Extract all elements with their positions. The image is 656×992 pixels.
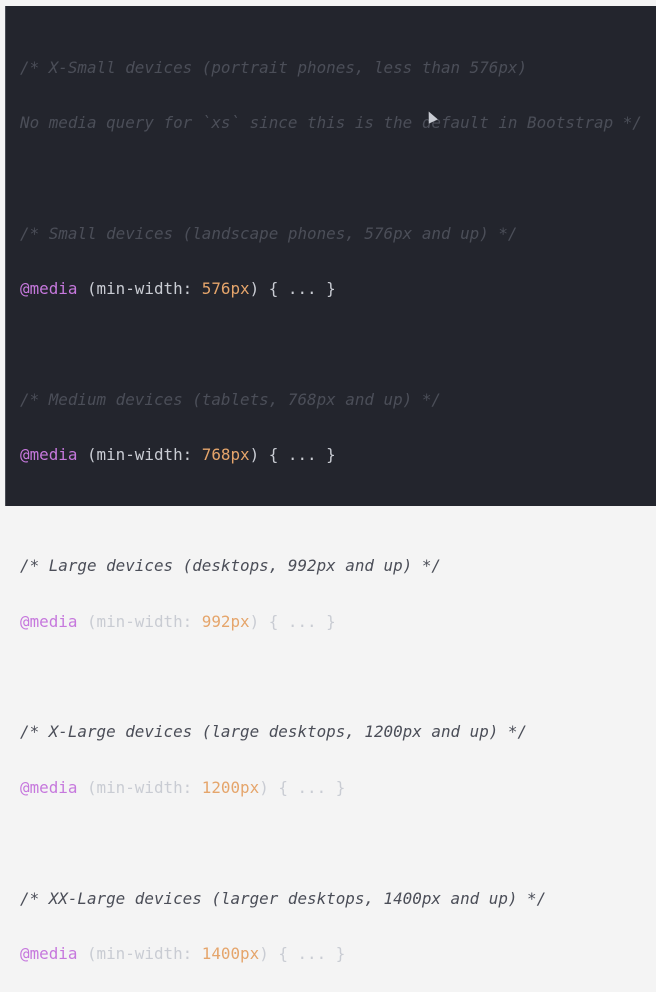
comment-line: /* XX-Large devices (larger desktops, 14… [20,888,547,908]
breakpoint-value: 768px [201,445,250,465]
comment-line: /* Small devices (landscape phones, 576p… [20,223,518,243]
media-query-line: @media (min-width: 768px) { ... } [20,445,336,465]
media-query-line: @media (min-width: 992px) { ... } [20,611,336,631]
at-rule: @media [20,611,78,631]
comment-line: /* Medium devices (tablets, 768px and up… [20,390,441,410]
code-block: /* X-Small devices (portrait phones, les… [20,26,642,992]
at-rule: @media [20,279,78,299]
breakpoint-value: 1400px [201,943,260,963]
media-query-line: @media (min-width: 576px) { ... } [20,279,336,299]
comment-line: /* X-Large devices (large desktops, 1200… [20,722,528,742]
at-rule: @media [20,943,78,963]
comment-line: No media query for `xs` since this is th… [20,113,642,133]
breakpoint-value: 576px [201,279,250,299]
at-rule: @media [20,445,78,465]
breakpoint-value: 992px [201,611,250,631]
code-editor: /* X-Small devices (portrait phones, les… [5,6,656,963]
media-query-line: @media (min-width: 1400px) { ... } [20,943,346,963]
breakpoint-value: 1200px [201,777,260,797]
at-rule: @media [20,777,78,797]
media-query-line: @media (min-width: 1200px) { ... } [20,777,346,797]
comment-line: /* Large devices (desktops, 992px and up… [20,556,441,576]
comment-line: /* X-Small devices (portrait phones, les… [20,57,528,77]
